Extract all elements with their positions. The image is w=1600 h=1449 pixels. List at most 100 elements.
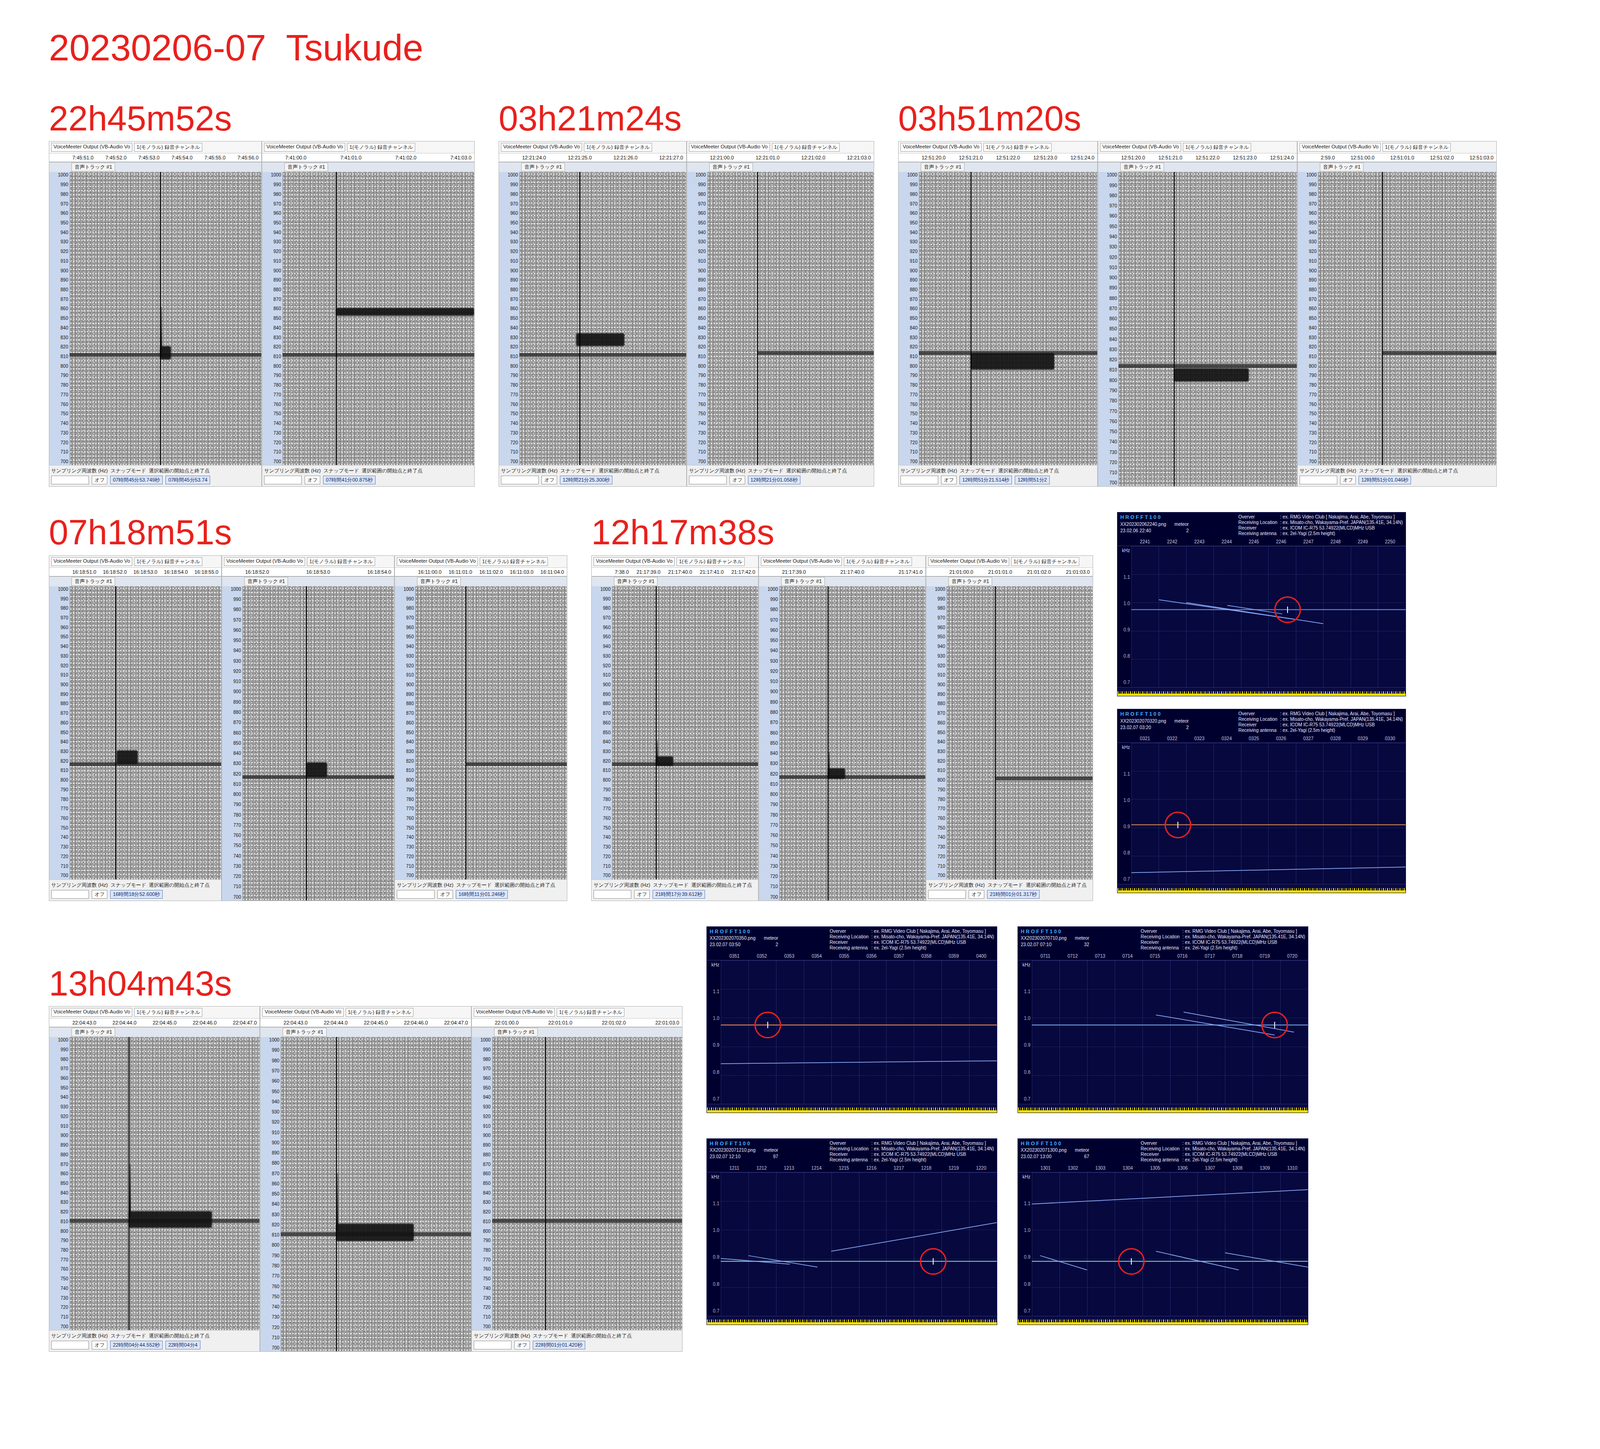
- device-select[interactable]: VoiceMeeter Output (VB-Audio Vo: [928, 557, 1010, 566]
- channel-select[interactable]: 1(モノラル) 録音チャンネル: [983, 142, 1052, 152]
- selection-field[interactable]: 12時間51分2: [1014, 475, 1050, 485]
- time-ruler[interactable]: 22:04:43.022:04:44.022:04:45.022:04:46.0…: [49, 1018, 260, 1028]
- device-select[interactable]: VoiceMeeter Output (VB-Audio Vo: [51, 142, 133, 152]
- channel-select[interactable]: 1(モノラル) 録音チャンネル: [347, 142, 416, 152]
- spectrogram-plot[interactable]: [779, 586, 926, 901]
- selection-field[interactable]: 12時間21分25.300秒: [559, 475, 613, 485]
- spectrogram-plot[interactable]: [918, 171, 1098, 465]
- snap-select[interactable]: オフ: [514, 1340, 530, 1350]
- device-select[interactable]: VoiceMeeter Output (VB-Audio Vo: [900, 142, 982, 152]
- spectrogram-plot[interactable]: [707, 171, 875, 465]
- device-select[interactable]: VoiceMeeter Output (VB-Audio Vo: [760, 557, 842, 566]
- rate-select[interactable]: [1299, 475, 1338, 485]
- rate-select[interactable]: [688, 475, 727, 485]
- rate-select[interactable]: [264, 475, 302, 485]
- device-select[interactable]: VoiceMeeter Output (VB-Audio Vo: [262, 1007, 344, 1017]
- track-label[interactable]: 音声トラック #1: [521, 162, 565, 172]
- rate-select[interactable]: [593, 889, 632, 899]
- rate-select[interactable]: [396, 889, 435, 899]
- rate-select[interactable]: [900, 475, 939, 485]
- device-select[interactable]: VoiceMeeter Output (VB-Audio Vo: [51, 557, 133, 566]
- channel-select[interactable]: 1(モノラル) 録音チャンネル: [134, 557, 203, 566]
- selection-field[interactable]: 22時間04分44.552秒: [110, 1340, 163, 1350]
- spectrogram-plot[interactable]: [1118, 171, 1297, 487]
- spectrogram-plot[interactable]: [69, 1036, 260, 1330]
- time-ruler[interactable]: 12:21:24.012:21:25.012:21:26.012:21:27.0: [499, 153, 687, 163]
- device-select[interactable]: VoiceMeeter Output (VB-Audio Vo: [396, 557, 478, 566]
- track-label[interactable]: 音声トラック #1: [282, 1027, 327, 1037]
- selection-field[interactable]: 21時間17分39.612秒: [652, 889, 706, 899]
- channel-select[interactable]: 1(モノラル) 録音チャンネル: [583, 142, 653, 152]
- selection-field[interactable]: 21時間01分01.317秒: [987, 889, 1040, 899]
- channel-select[interactable]: 1(モノラル) 録音チャンネル: [134, 1007, 203, 1017]
- rate-select[interactable]: [473, 1340, 512, 1350]
- snap-select[interactable]: オフ: [91, 475, 108, 485]
- selection-field[interactable]: 07時間45分53.749秒: [110, 475, 163, 485]
- track-label[interactable]: 音声トラック #1: [284, 162, 329, 172]
- device-select[interactable]: VoiceMeeter Output (VB-Audio Vo: [1100, 142, 1182, 152]
- channel-select[interactable]: 1(モノラル) 録音チャンネル: [134, 142, 203, 152]
- track-label[interactable]: 音声トラック #1: [71, 576, 116, 586]
- spectrogram-plot[interactable]: [69, 171, 262, 465]
- track-label[interactable]: 音声トラック #1: [494, 1027, 538, 1037]
- time-ruler[interactable]: 16:11:00.016:11:01.016:11:02.016:11:03.0…: [394, 567, 567, 577]
- device-select[interactable]: VoiceMeeter Output (VB-Audio Vo: [51, 1007, 133, 1017]
- spectrogram-plot[interactable]: [280, 1036, 471, 1352]
- spectrogram-plot[interactable]: [611, 586, 759, 880]
- time-ruler[interactable]: 21:01:00.021:01:01.021:01:02.021:01:03.0: [926, 567, 1093, 577]
- time-ruler[interactable]: 22:01:00.022:01:01.022:01:02.022:01:03.0: [471, 1018, 683, 1028]
- channel-select[interactable]: 1(モノラル) 録音チャンネル: [556, 1007, 625, 1017]
- device-select[interactable]: VoiceMeeter Output (VB-Audio Vo: [264, 142, 346, 152]
- snap-select[interactable]: オフ: [91, 1340, 108, 1350]
- track-label[interactable]: 音声トラック #1: [417, 576, 461, 586]
- snap-select[interactable]: オフ: [437, 889, 453, 899]
- selection-field[interactable]: 07時間41分00.875秒: [323, 475, 376, 485]
- time-ruler[interactable]: 16:18:52.016:18:53.016:18:54.0: [222, 567, 395, 577]
- track-label[interactable]: 音声トラック #1: [709, 162, 753, 172]
- rate-select[interactable]: [51, 1340, 89, 1350]
- spectrogram-plot[interactable]: [415, 586, 567, 880]
- rate-select[interactable]: [928, 889, 966, 899]
- track-label[interactable]: 音声トラック #1: [244, 576, 289, 586]
- channel-select[interactable]: 1(モノラル) 録音チャンネル: [1382, 142, 1451, 152]
- rate-select[interactable]: [51, 889, 89, 899]
- time-ruler[interactable]: 2:59.012:51:00.012:51:01.012:51:02.012:5…: [1297, 153, 1497, 163]
- track-label[interactable]: 音声トラック #1: [71, 1027, 116, 1037]
- rate-select[interactable]: [500, 475, 539, 485]
- channel-select[interactable]: 1(モノラル) 録音チャンネル: [676, 557, 745, 566]
- track-label[interactable]: 音声トラック #1: [71, 162, 116, 172]
- time-ruler[interactable]: 7:41:00.07:41:01.07:41:02.07:41:03.0: [262, 153, 475, 163]
- selection-field[interactable]: 12時間21分01.058秒: [747, 475, 801, 485]
- selection-field[interactable]: 12時間51分01.046秒: [1358, 475, 1412, 485]
- channel-select[interactable]: 1(モノラル) 録音チャンネル: [345, 1007, 414, 1017]
- device-select[interactable]: VoiceMeeter Output (VB-Audio Vo: [473, 1007, 555, 1017]
- snap-select[interactable]: オフ: [941, 475, 957, 485]
- snap-select[interactable]: オフ: [1340, 475, 1356, 485]
- track-label[interactable]: 音声トラック #1: [613, 576, 658, 586]
- snap-select[interactable]: オフ: [729, 475, 746, 485]
- selection-field[interactable]: 12時間51分21.514秒: [959, 475, 1012, 485]
- time-ruler[interactable]: 12:51:20.012:51:21.012:51:22.012:51:23.0…: [1098, 153, 1297, 163]
- selection-field[interactable]: 22時間01分01.420秒: [532, 1340, 586, 1350]
- spectrogram-plot[interactable]: [1317, 171, 1497, 465]
- time-ruler[interactable]: 22:04:43.022:04:44.022:04:45.022:04:46.0…: [260, 1018, 471, 1028]
- device-select[interactable]: VoiceMeeter Output (VB-Audio Vo: [1299, 142, 1381, 152]
- time-ruler[interactable]: 12:21:00.012:21:01.012:21:02.012:21:03.0: [687, 153, 875, 163]
- device-select[interactable]: VoiceMeeter Output (VB-Audio Vo: [688, 142, 771, 152]
- spectrogram-plot[interactable]: [519, 171, 687, 465]
- rate-select[interactable]: [51, 475, 89, 485]
- snap-select[interactable]: オフ: [91, 889, 108, 899]
- device-select[interactable]: VoiceMeeter Output (VB-Audio Vo: [593, 557, 675, 566]
- track-label[interactable]: 音声トラック #1: [1120, 162, 1165, 172]
- channel-select[interactable]: 1(モノラル) 録音チャンネル: [306, 557, 376, 566]
- channel-select[interactable]: 1(モノラル) 録音チャンネル: [1182, 142, 1252, 152]
- track-label[interactable]: 音声トラック #1: [1319, 162, 1364, 172]
- selection-field[interactable]: 16時間11分01.246秒: [455, 889, 508, 899]
- time-ruler[interactable]: 7:45:51.07:45:52.07:45:53.07:45:54.07:45…: [49, 153, 262, 163]
- spectrogram-plot[interactable]: [242, 586, 395, 901]
- track-label[interactable]: 音声トラック #1: [781, 576, 825, 586]
- track-label[interactable]: 音声トラック #1: [948, 576, 993, 586]
- snap-select[interactable]: オフ: [968, 889, 985, 899]
- device-select[interactable]: VoiceMeeter Output (VB-Audio Vo: [500, 142, 583, 152]
- channel-select[interactable]: 1(モノラル) 録音チャンネル: [479, 557, 548, 566]
